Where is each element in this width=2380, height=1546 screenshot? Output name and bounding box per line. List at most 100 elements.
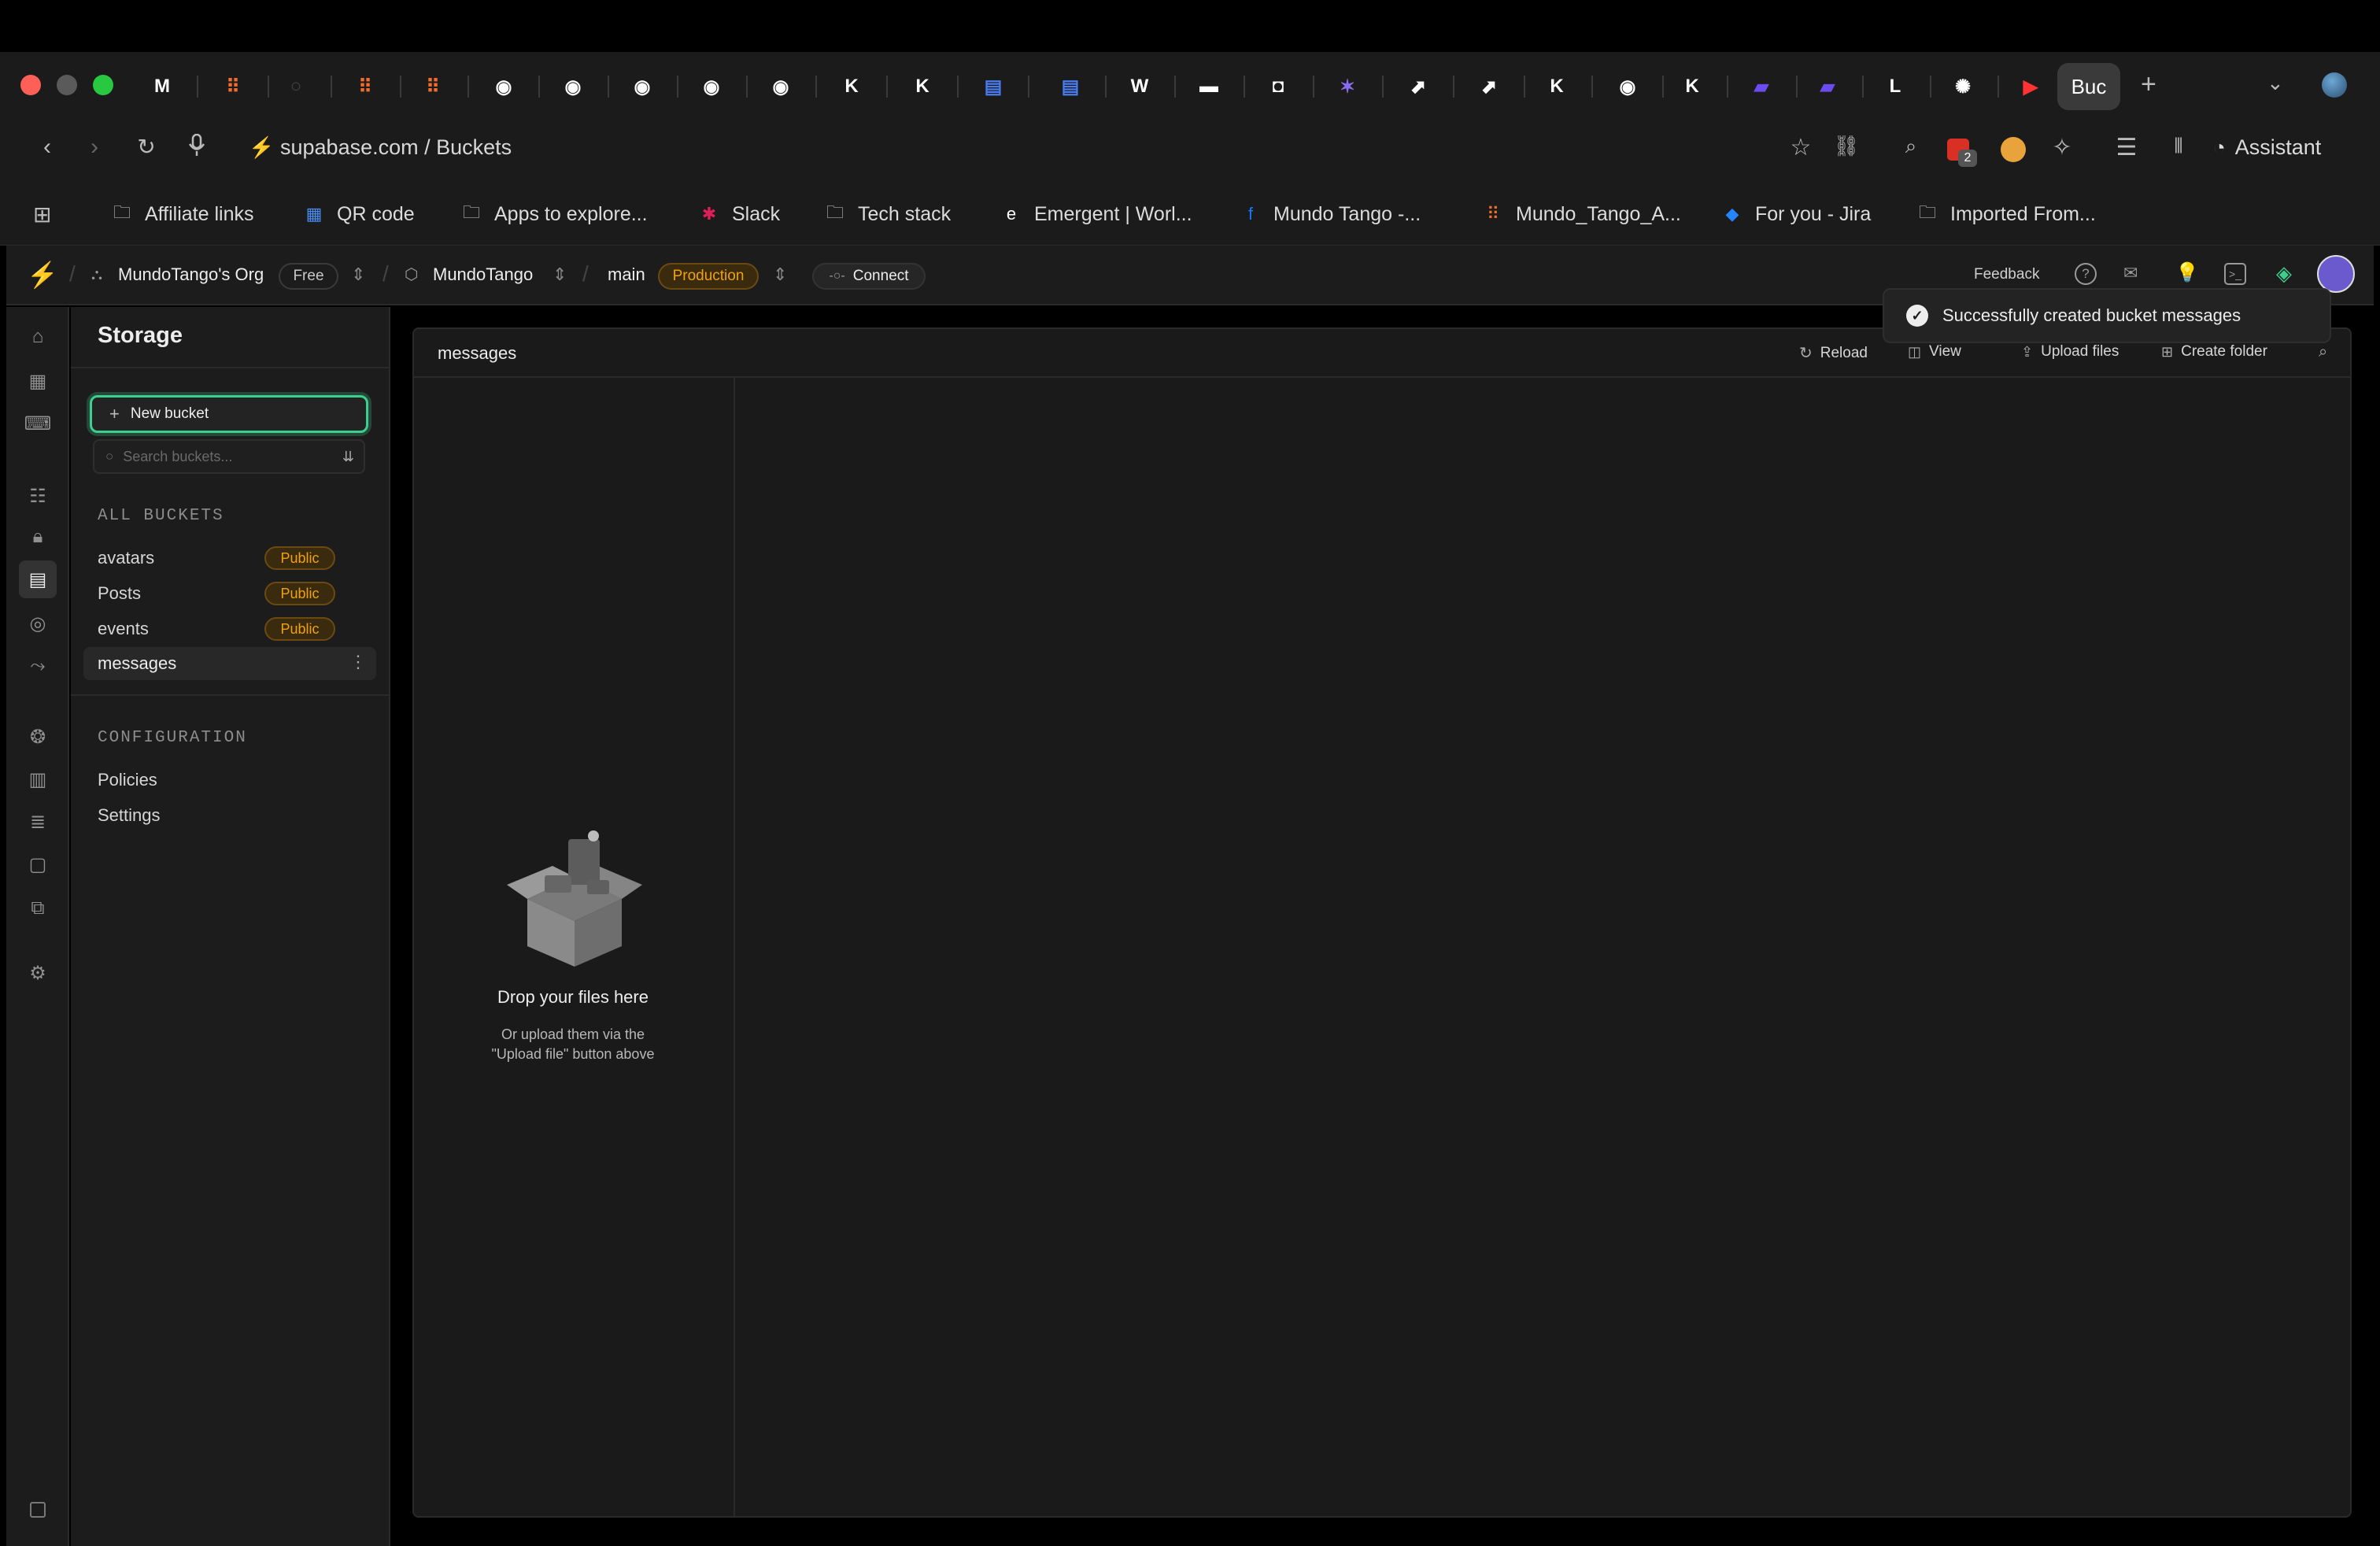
bookmark-item[interactable]: ✱ Slack [697, 198, 780, 230]
upload-files-button[interactable]: ⇪ Upload files [2021, 343, 2119, 361]
settings-gear-icon[interactable]: ⚙ [24, 959, 52, 987]
browser-tab-favicon[interactable]: ✺ [1947, 71, 1979, 102]
advisors-icon[interactable]: ❂ [24, 723, 52, 751]
ai-assistant-diamond-icon[interactable]: ◈ [2276, 261, 2292, 286]
search-files-icon[interactable]: ⌕ [2319, 343, 2327, 361]
browser-tab-favicon[interactable]: L [1879, 71, 1911, 102]
realtime-icon[interactable]: ◎ [24, 609, 52, 638]
reading-list-icon[interactable]: ☰ [2111, 134, 2142, 161]
browser-tab-favicon[interactable]: K [1541, 71, 1572, 102]
lightbulb-icon[interactable]: 💡 [2175, 261, 2199, 284]
api-docs-icon[interactable]: ▢ [24, 850, 52, 878]
bookmark-item[interactable]: ⠿ Mundo_Tango_A... [1481, 198, 1681, 230]
browser-tab-favicon[interactable]: ✶ [1332, 71, 1363, 102]
browser-tab-favicon[interactable]: ◉ [765, 71, 796, 102]
browser-tab-favicon[interactable]: ⠿ [417, 71, 449, 102]
browser-tab-favicon[interactable]: ▶ [2015, 71, 2046, 102]
copy-link-icon[interactable]: ⛓ [1831, 134, 1862, 158]
authentication-lock-icon[interactable]: 🔒︎ [24, 523, 52, 551]
new-tab-plus-icon[interactable]: + [2141, 69, 2156, 100]
reload-icon[interactable]: ↻ [131, 134, 162, 160]
lens-search-icon[interactable]: ⌕ [1895, 134, 1927, 159]
branch-name[interactable]: main [608, 264, 645, 285]
inbox-icon[interactable]: ✉ [2123, 263, 2138, 283]
feedback-button[interactable]: Feedback [1974, 266, 2039, 283]
extensions-puzzle-icon[interactable]: ✧ [2046, 134, 2078, 161]
url-field[interactable]: supabase.com / Buckets [280, 135, 512, 160]
browser-tab-favicon[interactable]: ⠿ [217, 71, 249, 102]
bookmark-item[interactable]: 🗀 Apps to explore... [460, 198, 648, 230]
browser-tab-favicon[interactable]: ⠿ [349, 71, 381, 102]
create-folder-button[interactable]: ⊞ Create folder [2161, 343, 2267, 361]
sort-chevron-icon[interactable]: ⇊ [342, 449, 354, 465]
browser-tab-favicon[interactable]: ◉ [557, 71, 589, 102]
connect-button[interactable]: -○- Connect [812, 263, 926, 290]
home-icon[interactable]: ⌂ [24, 323, 52, 351]
browser-tab-favicon[interactable]: ▤ [1055, 71, 1086, 102]
browser-tab-favicon[interactable]: ▰ [1746, 71, 1777, 102]
browser-tab-favicon[interactable]: ◉ [488, 71, 519, 102]
forward-arrow-icon[interactable]: › [79, 134, 110, 161]
help-icon[interactable]: ? [2075, 263, 2097, 285]
sql-terminal-icon[interactable]: >_ [2224, 263, 2246, 285]
browser-tab-favicon[interactable]: K [836, 71, 867, 102]
bucket-item-messages[interactable]: messages [83, 647, 376, 680]
minimize-window-button[interactable] [57, 75, 77, 95]
settings-link[interactable]: Settings [98, 805, 161, 826]
bookmark-item[interactable]: e Emergent | Worl... [1000, 198, 1192, 230]
browser-tab-favicon[interactable]: ▰ [1812, 71, 1843, 102]
edge-functions-icon[interactable]: ⤳ [24, 652, 52, 680]
collapse-sidebar-icon[interactable] [30, 1502, 46, 1518]
database-icon[interactable]: ☷ [24, 482, 52, 510]
apps-grid-icon[interactable]: ⊞ [33, 202, 51, 227]
policies-link[interactable]: Policies [98, 770, 157, 790]
browser-tab-favicon[interactable]: ▤ [978, 71, 1009, 102]
browser-tab-favicon[interactable]: ⬈ [1402, 71, 1434, 102]
table-editor-icon[interactable]: ▦ [24, 367, 52, 395]
bookmark-item[interactable]: ◆ For you - Jira [1720, 198, 1872, 230]
project-name[interactable]: MundoTango [433, 264, 533, 285]
extension-sun-icon[interactable] [2001, 137, 2026, 162]
browser-tab-favicon[interactable]: ⬈ [1473, 71, 1505, 102]
assistant-button[interactable]: ◔ Assistant [2213, 135, 2321, 160]
org-switch-chevron-icon[interactable]: ⇕ [351, 264, 365, 285]
org-name[interactable]: MundoTango's Org [118, 264, 264, 285]
bookmark-star-icon[interactable]: ☆ [1785, 134, 1816, 161]
branch-switch-chevron-icon[interactable]: ⇕ [773, 264, 787, 285]
active-tab[interactable]: Buc [2057, 63, 2120, 110]
maximize-window-button[interactable] [93, 75, 113, 95]
bookmark-item[interactable]: ▦ QR code [302, 198, 415, 230]
integrations-icon[interactable]: ⧉ [24, 894, 52, 923]
bucket-options-kebab-icon[interactable]: ⋮ [349, 652, 367, 672]
new-bucket-button[interactable]: + New bucket [90, 395, 368, 433]
project-switch-chevron-icon[interactable]: ⇕ [552, 264, 567, 285]
bookmark-item[interactable]: 🗀 Imported From... [1916, 198, 2096, 230]
user-avatar[interactable] [2317, 255, 2355, 293]
browser-tab-favicon[interactable]: ◉ [1612, 71, 1643, 102]
view-button[interactable]: ◫ View [1908, 343, 1961, 361]
audio-wave-icon[interactable]: ⦀ [2163, 134, 2194, 159]
logs-list-icon[interactable]: ≣ [24, 808, 52, 836]
browser-tab-favicon[interactable]: ○ [280, 71, 312, 102]
browser-tab-favicon[interactable]: ◘ [1262, 71, 1294, 102]
browser-tab-favicon[interactable]: M [146, 71, 178, 102]
reload-button[interactable]: ↻ Reload [1799, 343, 1868, 363]
browser-tab-favicon[interactable]: ◉ [626, 71, 658, 102]
back-arrow-icon[interactable]: ‹ [31, 134, 63, 161]
reports-chart-icon[interactable]: ▥ [24, 765, 52, 793]
bookmark-item[interactable]: f Mundo Tango -... [1239, 198, 1421, 230]
browser-tab-favicon[interactable]: K [1676, 71, 1708, 102]
supabase-logo-icon[interactable]: ⚡ [27, 260, 58, 290]
tab-search-chevron-down-icon[interactable]: ⌄ [2267, 71, 2284, 95]
sql-editor-icon[interactable]: ⌨ [24, 409, 52, 438]
storage-icon[interactable]: ▤ [19, 560, 57, 598]
browser-tab-favicon[interactable]: W [1124, 71, 1155, 102]
profile-globe-icon[interactable] [2322, 72, 2347, 98]
bookmark-item[interactable]: 🗀 Affiliate links [110, 198, 254, 230]
browser-tab-favicon[interactable]: ◉ [696, 71, 727, 102]
browser-tab-favicon[interactable]: ▬ [1193, 71, 1225, 102]
close-window-button[interactable] [20, 75, 41, 95]
search-buckets-input[interactable]: ○ Search buckets... ⇊ [93, 439, 365, 474]
bookmark-item[interactable]: 🗀 Tech stack [823, 198, 951, 230]
browser-tab-favicon[interactable]: K [907, 71, 938, 102]
